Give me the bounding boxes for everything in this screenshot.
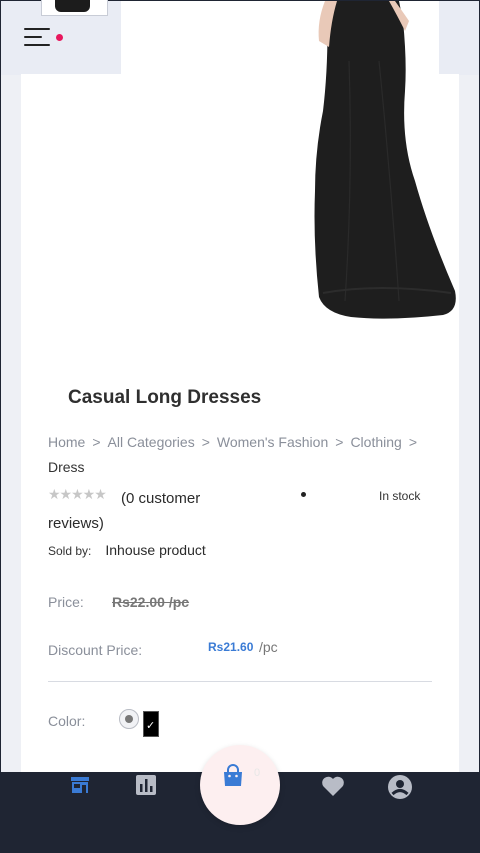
- reviews-count[interactable]: (0 customer reviews): [48, 486, 248, 536]
- breadcrumb-clothing[interactable]: Clothing: [350, 434, 401, 450]
- discount-price-unit: /pc: [259, 639, 278, 655]
- rating-row: ★★★★★ (0 customer reviews) In stock: [48, 486, 438, 536]
- stock-status: In stock: [379, 489, 421, 503]
- menu-icon: [24, 28, 50, 30]
- color-option-black[interactable]: ✓: [143, 711, 159, 737]
- breadcrumb-separator: >: [335, 434, 344, 450]
- divider: [48, 681, 432, 682]
- color-option-grey[interactable]: [119, 709, 139, 729]
- breadcrumb: Home > All Categories > Women's Fashion > Clot…: [48, 430, 438, 480]
- menu-icon-line: [24, 44, 50, 46]
- menu-icon-line: [24, 36, 42, 38]
- breadcrumb-separator: >: [201, 434, 210, 450]
- product-image: [314, 1, 456, 319]
- product-thumbnail[interactable]: [41, 0, 108, 16]
- notification-dot: [56, 34, 63, 41]
- sold-by: Sold by: Inhouse product: [48, 542, 206, 558]
- store-icon[interactable]: [70, 775, 90, 795]
- discount-price-label: Discount Price:: [48, 642, 143, 658]
- original-price: Rs22.00 /pc: [112, 594, 190, 610]
- sold-by-value: Inhouse product: [105, 542, 206, 558]
- breadcrumb-home[interactable]: Home: [48, 434, 85, 450]
- product-image-panel: [121, 1, 456, 361]
- discount-price: Rs21.60: [208, 640, 254, 654]
- breadcrumb-womens-fashion[interactable]: Women's Fashion: [217, 434, 328, 450]
- product-title: Casual Long Dresses: [68, 387, 262, 408]
- bullet-separator: [301, 492, 306, 497]
- breadcrumb-all-categories[interactable]: All Categories: [108, 434, 195, 450]
- color-label: Color:: [48, 713, 86, 729]
- check-icon: ✓: [146, 720, 156, 732]
- price-label: Price:: [48, 594, 84, 610]
- account-icon[interactable]: [388, 775, 412, 799]
- sold-by-label: Sold by:: [48, 544, 92, 558]
- shopping-bag-icon: [224, 764, 242, 786]
- cart-button[interactable]: 0: [200, 745, 280, 825]
- breadcrumb-separator: >: [92, 434, 101, 450]
- breadcrumb-separator: >: [408, 434, 417, 450]
- bar-chart-icon[interactable]: [136, 775, 156, 795]
- thumbnail-image: [55, 0, 90, 12]
- heart-icon[interactable]: [321, 775, 345, 797]
- cart-count-badge: 0: [254, 767, 261, 779]
- breadcrumb-dress[interactable]: Dress: [48, 459, 85, 475]
- menu-button[interactable]: [22, 26, 66, 52]
